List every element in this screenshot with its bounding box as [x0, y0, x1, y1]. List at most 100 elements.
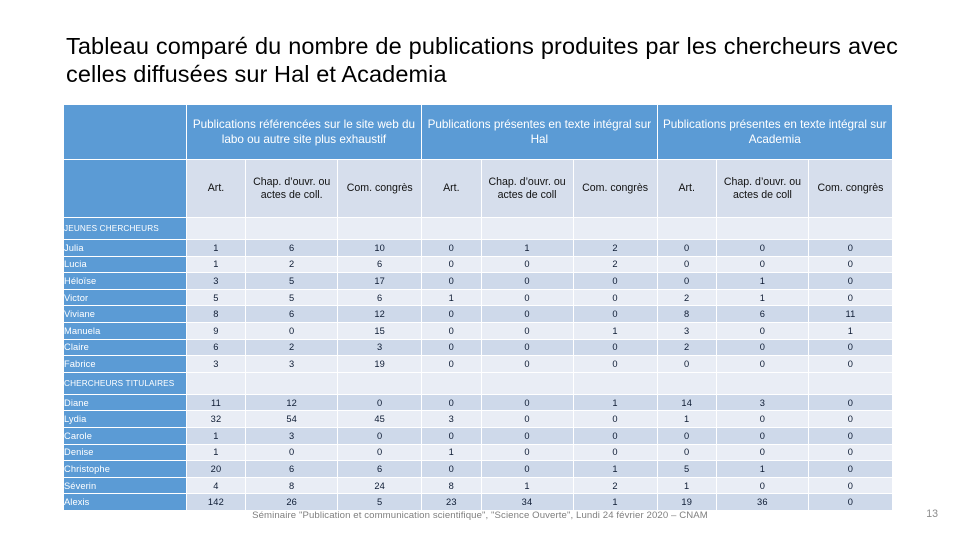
researcher-name: Diane [63, 393, 187, 412]
data-cell: 12 [245, 393, 339, 412]
category-filler-cell [656, 217, 717, 240]
data-cell: 5 [245, 288, 339, 307]
category-label: JEUNES CHERCHEURS [63, 217, 187, 240]
data-cell: 0 [245, 443, 339, 462]
sub-header-hal-com: Com. congrès [572, 159, 658, 218]
data-cell: 17 [337, 272, 423, 290]
data-cell: 3 [337, 338, 423, 357]
data-cell: 0 [807, 460, 894, 478]
data-cell: 1 [656, 410, 717, 428]
sub-header-row: Art. Chap. d’ouvr. ou actes de coll. Com… [63, 159, 894, 218]
data-cell: 1 [572, 460, 658, 478]
category-filler-cell [421, 371, 482, 395]
data-cell: 2 [656, 288, 717, 307]
data-cell: 0 [715, 355, 809, 373]
data-cell: 8 [421, 476, 482, 495]
data-cell: 0 [480, 393, 574, 412]
table-row: Lydia 32 54 45 3 0 0 1 0 0 [63, 410, 894, 428]
data-cell: 0 [807, 493, 894, 511]
data-cell: 0 [715, 255, 809, 274]
data-cell: 10 [337, 239, 423, 257]
table-row: Claire 6 2 3 0 0 0 2 0 0 [63, 338, 894, 357]
data-cell: 0 [572, 410, 658, 428]
data-cell: 0 [807, 288, 894, 307]
category-filler-cell [337, 371, 423, 395]
data-cell: 6 [337, 460, 423, 478]
data-cell: 0 [656, 272, 717, 290]
researcher-name: Séverin [63, 476, 187, 495]
researcher-name: Héloïse [63, 272, 187, 290]
category-filler-cell [480, 217, 574, 240]
researcher-name: Denise [63, 443, 187, 462]
data-cell: 11 [185, 393, 247, 412]
data-cell: 0 [421, 321, 482, 340]
data-cell: 1 [572, 321, 658, 340]
data-cell: 0 [421, 426, 482, 445]
category-filler-cell [715, 371, 809, 395]
data-cell: 1 [807, 321, 894, 340]
data-cell: 3 [421, 410, 482, 428]
data-cell: 0 [572, 288, 658, 307]
category-filler-cell [807, 371, 894, 395]
data-cell: 0 [480, 338, 574, 357]
sub-header-academia-chapitre: Chap. d’ouvr. ou actes de coll [715, 159, 809, 218]
category-filler-cell [807, 217, 894, 240]
data-cell: 5 [245, 272, 339, 290]
data-cell: 0 [656, 255, 717, 274]
data-cell: 1 [185, 443, 247, 462]
data-cell: 20 [185, 460, 247, 478]
data-cell: 9 [185, 321, 247, 340]
sub-header-site-com: Com. congrès [337, 159, 423, 218]
table-row: Christophe 20 6 6 0 0 1 5 1 0 [63, 460, 894, 478]
data-cell: 0 [480, 410, 574, 428]
data-cell: 0 [656, 355, 717, 373]
group-header-row: Publications référencées sur le site web… [63, 104, 894, 160]
table-row: Victor 5 5 6 1 0 0 2 1 0 [63, 288, 894, 307]
category-filler-cell [715, 217, 809, 240]
table-corner-cell [63, 104, 187, 160]
data-cell: 1 [480, 476, 574, 495]
sub-header-site-chapitre: Chap. d’ouvr. ou actes de coll. [245, 159, 339, 218]
researcher-name: Carole [63, 426, 187, 445]
data-cell: 0 [337, 393, 423, 412]
data-cell: 0 [572, 355, 658, 373]
table-row: Julia 1 6 10 0 1 2 0 0 0 [63, 239, 894, 257]
researcher-name: Julia [63, 239, 187, 257]
researcher-name: Fabrice [63, 355, 187, 373]
data-cell: 0 [480, 426, 574, 445]
category-filler-cell [480, 371, 574, 395]
table-row: Viviane 8 6 12 0 0 0 8 6 11 [63, 305, 894, 323]
data-cell: 0 [337, 426, 423, 445]
data-cell: 11 [807, 305, 894, 323]
table-row: Lucia 1 2 6 0 0 2 0 0 0 [63, 255, 894, 274]
data-cell: 0 [807, 476, 894, 495]
data-cell: 6 [337, 288, 423, 307]
table-row: Carole 1 3 0 0 0 0 0 0 0 [63, 426, 894, 445]
data-cell: 1 [480, 239, 574, 257]
data-cell: 6 [185, 338, 247, 357]
data-cell: 5 [185, 288, 247, 307]
data-cell: 0 [807, 272, 894, 290]
researcher-name: Alexis [63, 493, 187, 511]
data-cell: 1 [185, 426, 247, 445]
data-cell: 0 [715, 321, 809, 340]
data-cell: 0 [421, 393, 482, 412]
data-cell: 0 [715, 476, 809, 495]
data-cell: 54 [245, 410, 339, 428]
data-cell: 45 [337, 410, 423, 428]
data-cell: 0 [807, 255, 894, 274]
data-cell: 0 [715, 239, 809, 257]
data-cell: 0 [421, 355, 482, 373]
data-cell: 0 [572, 443, 658, 462]
data-cell: 0 [572, 426, 658, 445]
sub-header-academia-art: Art. [656, 159, 717, 218]
researcher-name: Lydia [63, 410, 187, 428]
data-cell: 3 [245, 355, 339, 373]
category-filler-cell [245, 217, 339, 240]
data-cell: 24 [337, 476, 423, 495]
data-cell: 1 [185, 255, 247, 274]
data-cell: 14 [656, 393, 717, 412]
data-cell: 0 [421, 338, 482, 357]
data-cell: 12 [337, 305, 423, 323]
table-row: Séverin 4 8 24 8 1 2 1 0 0 [63, 476, 894, 495]
